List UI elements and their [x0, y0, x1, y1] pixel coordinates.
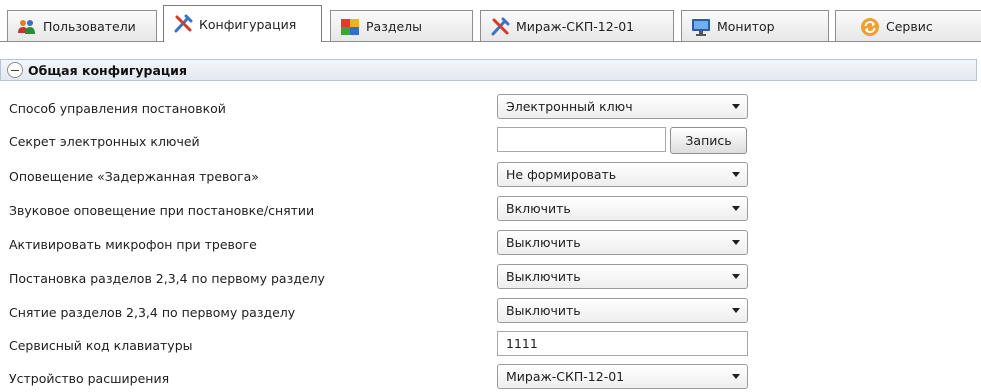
dropdown-arrow-icon [732, 206, 740, 211]
sound-notification-select[interactable]: Включить [497, 196, 748, 221]
microphone-select[interactable]: Выключить [497, 230, 748, 255]
tab-label: Мираж-СКП-12-01 [516, 19, 635, 34]
setting-label: Снятие разделов 2,3,4 по первому разделу [9, 305, 296, 320]
tab-service[interactable]: Сервис [835, 10, 981, 42]
expansion-device-select[interactable]: Мираж-СКП-12-01 [497, 364, 748, 389]
tab-label: Пользователи [43, 19, 136, 34]
setting-label: Оповещение «Задержанная тревога» [9, 169, 259, 184]
tools-icon [174, 14, 193, 33]
setting-label: Постановка разделов 2,3,4 по первому раз… [9, 271, 325, 286]
setting-label: Сервисный код клавиатуры [9, 338, 193, 353]
setting-row-sound-notification: Звуковое оповещение при постановке/сняти… [0, 196, 981, 222]
tab-monitor[interactable]: Монитор [681, 10, 829, 42]
select-value: Выключить [506, 235, 581, 250]
setting-row-expansion-device: Устройство расширения Мираж-СКП-12-01 [0, 364, 981, 390]
collapse-icon[interactable] [7, 62, 23, 78]
tab-device[interactable]: Мираж-СКП-12-01 [480, 10, 674, 42]
dropdown-arrow-icon [732, 240, 740, 245]
tab-label: Разделы [366, 19, 423, 34]
setting-row-partition-arming: Постановка разделов 2,3,4 по первому раз… [0, 264, 981, 290]
setting-label: Способ управления постановкой [9, 101, 226, 116]
delayed-alarm-select[interactable]: Не формировать [497, 162, 748, 187]
monitor-icon [692, 18, 710, 36]
setting-row-key-secret: Секрет электронных ключей Запись [0, 127, 981, 154]
device-tools-icon [491, 17, 510, 35]
dropdown-arrow-icon [732, 172, 740, 177]
setting-label: Активировать микрофон при тревоге [9, 237, 257, 252]
section-header: Общая конфигурация [0, 59, 977, 81]
setting-row-service-code: Сервисный код клавиатуры [0, 331, 981, 357]
dropdown-arrow-icon [732, 274, 740, 279]
key-secret-input[interactable] [497, 127, 666, 152]
setting-row-arming-control: Способ управления постановкой Электронны… [0, 94, 981, 120]
select-value: Выключить [506, 269, 581, 284]
arming-control-select[interactable]: Электронный ключ [497, 94, 748, 119]
select-value: Не формировать [506, 167, 617, 182]
tab-label: Сервис [886, 19, 933, 34]
partition-disarming-select[interactable]: Выключить [497, 298, 748, 323]
setting-label: Звуковое оповещение при постановке/сняти… [9, 203, 315, 218]
setting-row-microphone: Активировать микрофон при тревоге Выключ… [0, 230, 981, 256]
section-title: Общая конфигурация [28, 62, 187, 78]
tab-partitions[interactable]: Разделы [330, 10, 473, 42]
partition-arming-select[interactable]: Выключить [497, 264, 748, 289]
service-code-input[interactable] [497, 331, 748, 356]
select-value: Электронный ключ [506, 99, 633, 114]
setting-label: Устройство расширения [9, 371, 170, 386]
tab-label: Конфигурация [199, 16, 297, 32]
setting-row-partition-disarming: Снятие разделов 2,3,4 по первому разделу… [0, 298, 981, 324]
select-value: Включить [506, 201, 571, 216]
tab-configuration[interactable]: Конфигурация [163, 5, 322, 42]
users-icon [18, 19, 35, 34]
tab-users[interactable]: Пользователи [7, 10, 157, 42]
dropdown-arrow-icon [732, 308, 740, 313]
partitions-icon [341, 18, 359, 35]
dropdown-arrow-icon [732, 104, 740, 109]
tab-label: Монитор [717, 19, 775, 34]
dropdown-arrow-icon [732, 374, 740, 379]
setting-label: Секрет электронных ключей [9, 134, 200, 149]
select-value: Выключить [506, 303, 581, 318]
service-icon [861, 17, 879, 36]
write-button[interactable]: Запись [670, 127, 747, 154]
select-value: Мираж-СКП-12-01 [506, 369, 625, 384]
setting-row-delayed-alarm: Оповещение «Задержанная тревога» Не форм… [0, 162, 981, 188]
tab-bar: Пользователи Конфигурация Разделы Мираж-… [0, 0, 981, 42]
